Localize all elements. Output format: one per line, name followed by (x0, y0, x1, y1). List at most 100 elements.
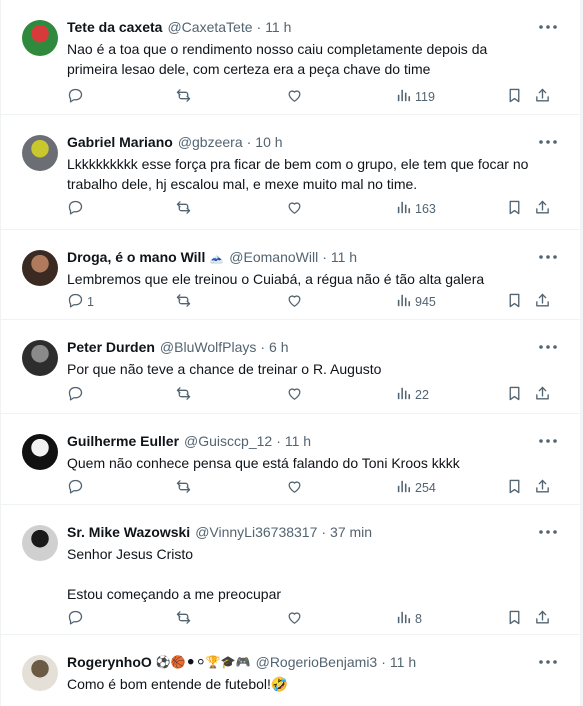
retweet-icon (175, 385, 192, 405)
tweet-text-line: trabalho dele, hj escalou mal, e mexe mu… (67, 176, 418, 192)
reply-button[interactable] (67, 478, 84, 498)
separator-dot: · (256, 19, 262, 35)
tweet-header: Peter Durden @BluWolfPlays · 6 h (67, 337, 542, 357)
more-icon[interactable] (536, 248, 560, 266)
tweet[interactable]: Guilherme Euller @Guisccp_12 · 11 h Quem não… (1, 414, 582, 505)
timestamp[interactable]: 11 h (265, 19, 291, 35)
tweet[interactable]: Droga, é o mano Will 🗻 @EomanoWill · 11 h Lem… (1, 230, 582, 320)
user-handle[interactable]: @EomanoWill (229, 249, 318, 265)
tweet[interactable]: RogerynhoO ⚽🏀⚫⚪🏆🎓🎮 @RogerioBenjami3 · 11 h Co… (1, 635, 582, 706)
bookmark-button[interactable] (506, 385, 523, 405)
like-button[interactable] (286, 478, 303, 498)
user-handle[interactable]: @gbzeera (178, 134, 243, 150)
tweet-text-line: Por que não teve a chance de treinar o R… (67, 361, 382, 377)
timestamp[interactable]: 37 min (330, 524, 372, 540)
separator-dot: · (321, 524, 327, 540)
display-name[interactable]: Tete da caxeta (67, 19, 162, 35)
views-button[interactable]: 945 (395, 292, 436, 312)
more-icon[interactable] (536, 653, 560, 671)
avatar[interactable] (22, 525, 58, 561)
reply-button[interactable] (67, 87, 84, 107)
tweet-text: Nao é a toa que o rendimento nosso caiu … (67, 39, 556, 79)
display-name[interactable]: Gabriel Mariano (67, 134, 173, 150)
avatar[interactable] (22, 655, 58, 691)
timestamp[interactable]: 11 h (285, 433, 311, 449)
user-handle[interactable]: @VinnyLi36738317 (195, 524, 317, 540)
retweet-icon (175, 292, 192, 312)
views-button[interactable]: 254 (395, 478, 436, 498)
reply-button[interactable] (67, 199, 84, 219)
avatar[interactable] (22, 135, 58, 171)
retweet-button[interactable] (175, 87, 192, 107)
more-icon[interactable] (536, 432, 560, 450)
share-button[interactable] (534, 385, 551, 405)
tweet-text: Como é bom entende de futebol!🤣 (67, 674, 556, 694)
bookmark-button[interactable] (506, 478, 523, 498)
views-button[interactable]: 22 (395, 385, 429, 405)
avatar[interactable] (22, 20, 58, 56)
tweet-text: Quem não conhece pensa que está falando … (67, 453, 556, 473)
bookmark-button[interactable] (506, 292, 523, 312)
reply-icon (67, 292, 84, 312)
share-button[interactable] (534, 87, 551, 107)
avatar[interactable] (22, 250, 58, 286)
user-handle[interactable]: @Guisccp_12 (184, 433, 272, 449)
tweet-text: Lkkkkkkkkk esse força pra ficar de bem c… (67, 154, 556, 194)
reply-button[interactable]: 1 (67, 292, 94, 312)
retweet-icon (175, 609, 192, 629)
views-button[interactable]: 119 (395, 87, 435, 107)
more-icon[interactable] (536, 18, 560, 36)
views-button[interactable]: 8 (395, 609, 422, 629)
display-name[interactable]: Sr. Mike Wazowski (67, 524, 190, 540)
timestamp[interactable]: 11 h (390, 654, 416, 670)
like-icon (286, 87, 303, 107)
like-button[interactable] (286, 292, 303, 312)
tweet-text-line: primeira lesao dele, com certeza era a p… (67, 61, 431, 77)
share-button[interactable] (534, 478, 551, 498)
more-icon[interactable] (536, 133, 560, 151)
retweet-button[interactable] (175, 199, 192, 219)
share-button[interactable] (534, 292, 551, 312)
retweet-button[interactable] (175, 478, 192, 498)
timestamp[interactable]: 11 h (331, 249, 357, 265)
tweet[interactable]: Sr. Mike Wazowski @VinnyLi36738317 · 37 min… (1, 505, 582, 635)
like-button[interactable] (286, 87, 303, 107)
display-name[interactable]: Guilherme Euller (67, 433, 179, 449)
tweet-text-line: Lembremos que ele treinou o Cuiabá, a ré… (67, 271, 485, 287)
like-button[interactable] (286, 199, 303, 219)
timestamp[interactable]: 6 h (269, 339, 288, 355)
more-icon[interactable] (536, 338, 560, 356)
reply-button[interactable] (67, 385, 84, 405)
tweet[interactable]: Gabriel Mariano @gbzeera · 10 h Lkkkkkkkkk e… (1, 115, 582, 230)
reply-button[interactable] (67, 609, 84, 629)
retweet-button[interactable] (175, 385, 192, 405)
user-handle[interactable]: @BluWolfPlays (160, 339, 256, 355)
avatar[interactable] (22, 340, 58, 376)
share-button[interactable] (534, 199, 551, 219)
timestamp[interactable]: 10 h (255, 134, 282, 150)
user-handle[interactable]: @RogerioBenjami3 (256, 654, 378, 670)
bookmark-button[interactable] (506, 87, 523, 107)
display-name[interactable]: RogerynhoO (67, 654, 152, 670)
avatar[interactable] (22, 434, 58, 470)
separator-dot: · (260, 339, 266, 355)
timeline-feed: Tete da caxeta @CaxetaTete · 11 h Nao é a to… (0, 0, 583, 706)
separator-dot: · (322, 249, 327, 265)
reply-count: 1 (87, 295, 94, 309)
like-button[interactable] (286, 609, 303, 629)
retweet-button[interactable] (175, 609, 192, 629)
retweet-button[interactable] (175, 292, 192, 312)
tweet[interactable]: Tete da caxeta @CaxetaTete · 11 h Nao é a to… (1, 0, 582, 115)
bookmark-button[interactable] (506, 199, 523, 219)
like-button[interactable] (286, 385, 303, 405)
more-icon[interactable] (536, 523, 560, 541)
views-icon (395, 87, 412, 107)
share-button[interactable] (534, 609, 551, 629)
separator-dot: · (381, 654, 386, 670)
views-button[interactable]: 163 (395, 199, 436, 219)
display-name[interactable]: Peter Durden (67, 339, 155, 355)
tweet[interactable]: Peter Durden @BluWolfPlays · 6 h Por que não… (1, 320, 582, 414)
bookmark-button[interactable] (506, 609, 523, 629)
display-name[interactable]: Droga, é o mano Will (67, 249, 205, 265)
user-handle[interactable]: @CaxetaTete (167, 19, 252, 35)
